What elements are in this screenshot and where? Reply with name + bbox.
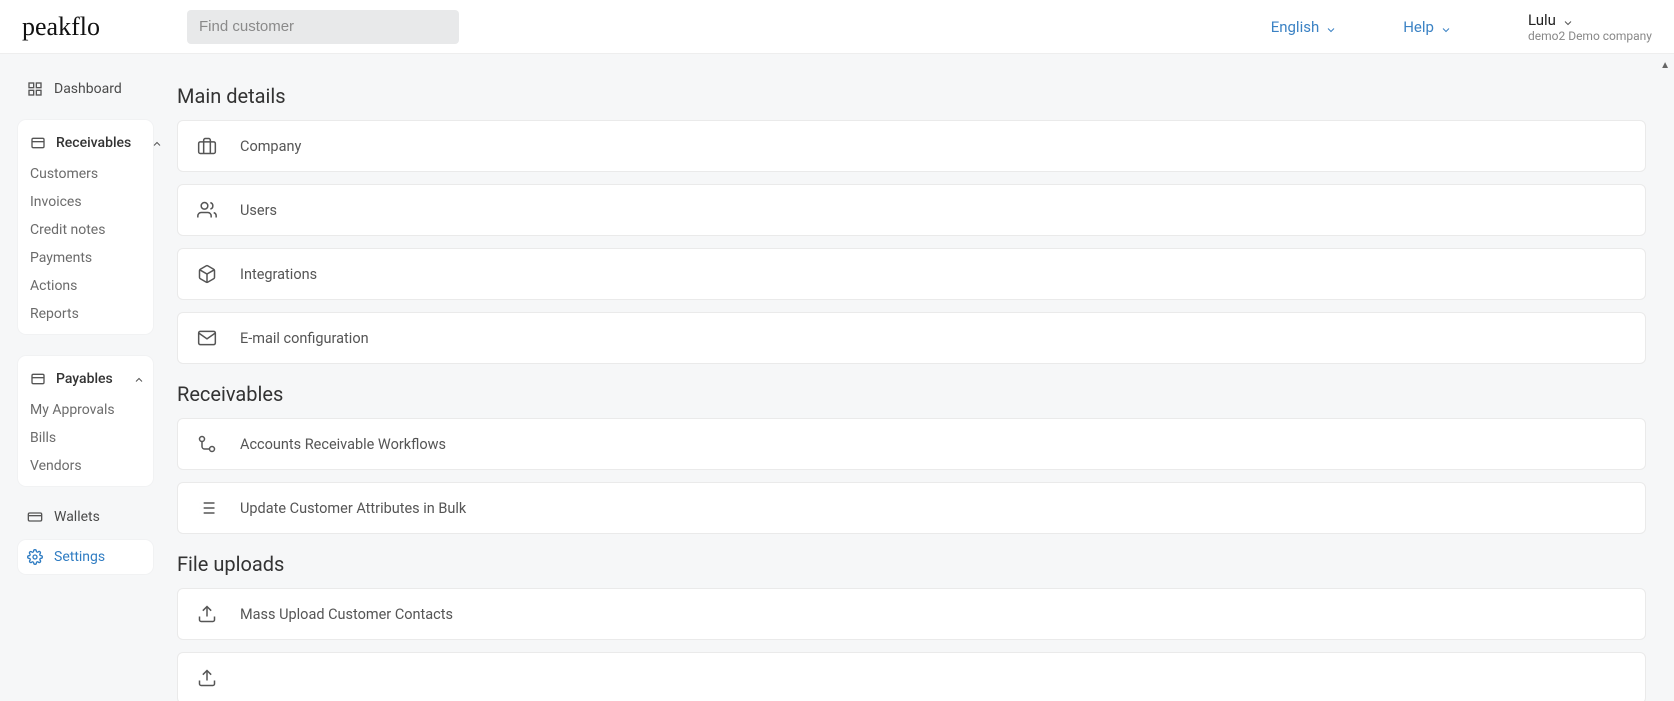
sidebar-group-header-receivables[interactable]: Receivables [18, 126, 153, 160]
search-input[interactable] [199, 18, 447, 35]
user-name-label: Lulu [1528, 11, 1556, 29]
user-menu[interactable]: Lulu demo2 Demo company [1528, 11, 1652, 43]
main-content: ▲ Main details Company Users Integration… [165, 54, 1674, 701]
sidebar-item-label: Receivables [56, 135, 131, 151]
chevron-down-icon [1562, 15, 1572, 25]
card-label: Integrations [240, 266, 317, 283]
sidebar-item-wallets[interactable]: Wallets [18, 500, 153, 534]
sidebar-item-settings[interactable]: Settings [18, 540, 153, 574]
payables-icon [30, 370, 46, 388]
sidebar-item-bills[interactable]: Bills [18, 424, 153, 452]
language-label: English [1271, 18, 1320, 36]
receivables-icon [30, 134, 46, 152]
grid-icon [26, 80, 44, 98]
sidebar-item-label: Wallets [54, 509, 100, 525]
section-title-main-details: Main details [177, 84, 1646, 108]
app-header: peakflo English Help Lulu demo2 Demo c [0, 0, 1674, 54]
card-label: Accounts Receivable Workflows [240, 436, 446, 453]
sidebar-group-header-payables[interactable]: Payables [18, 362, 153, 396]
section-title-file-uploads: File uploads [177, 552, 1646, 576]
help-menu[interactable]: Help [1403, 18, 1450, 36]
card-label: Mass Upload Customer Contacts [240, 606, 453, 623]
mail-icon [196, 327, 218, 349]
box-icon [196, 263, 218, 285]
help-label: Help [1403, 18, 1434, 36]
chevron-down-icon [1440, 22, 1450, 32]
sidebar-item-reports[interactable]: Reports [18, 300, 153, 328]
card-label: E-mail configuration [240, 330, 369, 347]
sidebar-item-payments[interactable]: Payments [18, 244, 153, 272]
search-box[interactable] [187, 10, 459, 44]
settings-card-mass-upload-contacts[interactable]: Mass Upload Customer Contacts [177, 588, 1646, 640]
language-selector[interactable]: English [1271, 18, 1336, 36]
sidebar-item-invoices[interactable]: Invoices [18, 188, 153, 216]
sidebar-item-credit-notes[interactable]: Credit notes [18, 216, 153, 244]
brand-logo: peakflo [22, 12, 167, 42]
wallet-icon [26, 508, 44, 526]
user-company-label: demo2 Demo company [1528, 29, 1652, 43]
scroll-up-icon[interactable]: ▲ [1660, 60, 1670, 71]
chevron-up-icon [133, 374, 143, 384]
sidebar-item-actions[interactable]: Actions [18, 272, 153, 300]
settings-card-email-config[interactable]: E-mail configuration [177, 312, 1646, 364]
chevron-up-icon [151, 138, 161, 148]
sidebar-item-label: Payables [56, 371, 113, 387]
users-icon [196, 199, 218, 221]
settings-card-integrations[interactable]: Integrations [177, 248, 1646, 300]
gear-icon [26, 548, 44, 566]
section-title-receivables: Receivables [177, 382, 1646, 406]
upload-icon [196, 667, 218, 689]
sidebar-item-dashboard[interactable]: Dashboard [18, 72, 153, 106]
settings-card-company[interactable]: Company [177, 120, 1646, 172]
card-label: Company [240, 138, 301, 155]
settings-card-ar-workflows[interactable]: Accounts Receivable Workflows [177, 418, 1646, 470]
chevron-down-icon [1325, 22, 1335, 32]
sidebar-group-payables: Payables My Approvals Bills Vendors [18, 356, 153, 486]
settings-card-bulk-attributes[interactable]: Update Customer Attributes in Bulk [177, 482, 1646, 534]
sidebar-item-label: Dashboard [54, 81, 122, 97]
sidebar-item-label: Settings [54, 549, 105, 565]
settings-card-users[interactable]: Users [177, 184, 1646, 236]
workflow-icon [196, 433, 218, 455]
sidebar-item-my-approvals[interactable]: My Approvals [18, 396, 153, 424]
sidebar-group-receivables: Receivables Customers Invoices Credit no… [18, 120, 153, 334]
card-label: Update Customer Attributes in Bulk [240, 500, 466, 517]
upload-icon [196, 603, 218, 625]
card-label: Users [240, 202, 277, 219]
settings-card-partial[interactable] [177, 652, 1646, 701]
briefcase-icon [196, 135, 218, 157]
sidebar-item-vendors[interactable]: Vendors [18, 452, 153, 480]
list-icon [196, 497, 218, 519]
sidebar: Dashboard Receivables Customers Invoices… [0, 54, 165, 701]
sidebar-item-customers[interactable]: Customers [18, 160, 153, 188]
